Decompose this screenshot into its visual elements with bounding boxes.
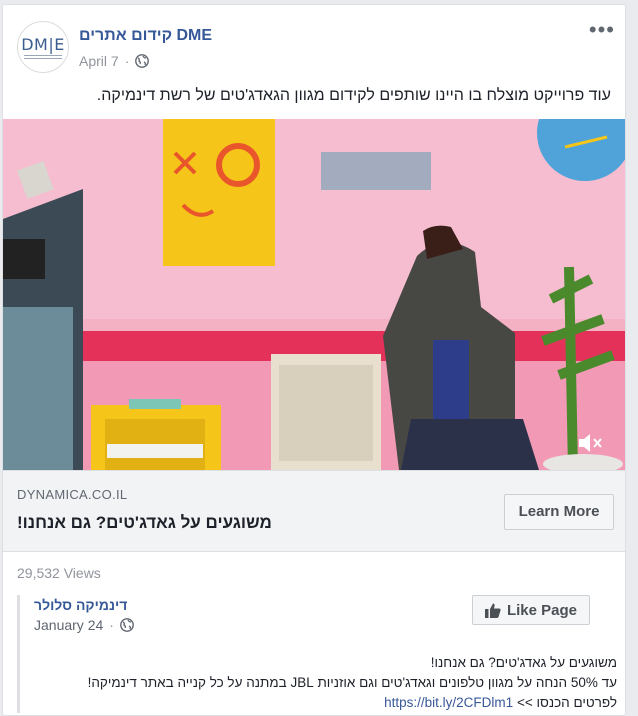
shared-post: דינמיקה סלולר January 24 · Like Page משו… bbox=[17, 595, 617, 713]
page-avatar[interactable]: DM|E bbox=[17, 21, 69, 73]
volume-muted-icon[interactable] bbox=[577, 430, 605, 456]
link-preview[interactable]: DYNAMICA.CO.IL משוגעים על גאדג'טים? גם א… bbox=[3, 470, 625, 552]
thumbs-up-icon bbox=[484, 603, 501, 618]
shared-page-name[interactable]: דינמיקה סלולר bbox=[34, 597, 127, 613]
globe-icon[interactable] bbox=[135, 54, 150, 68]
facebook-post-card: DM|E קידום אתרים DME April 7 · ••• עוד פ… bbox=[2, 4, 626, 716]
more-options-icon[interactable]: ••• bbox=[589, 19, 615, 41]
page-name-text[interactable]: קידום אתרים DME bbox=[79, 27, 212, 44]
view-count: 29,532 Views bbox=[17, 565, 101, 581]
post-text: עוד פרוייקט מוצלח בו היינו שותפים לקידום… bbox=[96, 87, 611, 104]
post-date[interactable]: April 7 bbox=[79, 53, 119, 69]
shared-post-text: משוגעים על גאדג'טים? גם אנחנו! עד 50% הנ… bbox=[34, 653, 617, 713]
shared-line-3: לפרטים הכנסו >> https://bit.ly/2CFDlm1 bbox=[34, 693, 617, 713]
shortlink[interactable]: https://bit.ly/2CFDlm1 bbox=[384, 695, 513, 710]
globe-icon[interactable] bbox=[120, 618, 134, 632]
meta-separator: · bbox=[124, 53, 130, 69]
logo-subtitle-lines bbox=[24, 55, 62, 60]
post-meta: April 7 · bbox=[79, 53, 150, 69]
dme-logo: DM|E bbox=[21, 35, 65, 54]
shared-line-1: משוגעים על גאדג'טים? גם אנחנו! bbox=[430, 655, 617, 670]
like-page-label: Like Page bbox=[506, 601, 578, 619]
link-title[interactable]: משוגעים על גאדג'טים? גם אנחנו! bbox=[17, 513, 272, 533]
video-frame bbox=[3, 119, 625, 470]
like-page-button[interactable]: Like Page bbox=[472, 595, 590, 625]
learn-more-button[interactable]: Learn More bbox=[504, 494, 614, 530]
link-domain: DYNAMICA.CO.IL bbox=[17, 487, 128, 502]
shared-line-2: עד 50% הנחה על מגוון טלפונים וגאדג'טים ו… bbox=[87, 675, 617, 690]
meta-separator: · bbox=[109, 617, 114, 633]
shared-post-meta: January 24 · bbox=[34, 617, 134, 633]
details-prefix: לפרטים הכנסו >> bbox=[516, 695, 617, 710]
video-player[interactable] bbox=[3, 119, 625, 470]
page-name-link[interactable]: קידום אתרים DME bbox=[79, 27, 212, 45]
shared-post-date[interactable]: January 24 bbox=[34, 617, 103, 633]
